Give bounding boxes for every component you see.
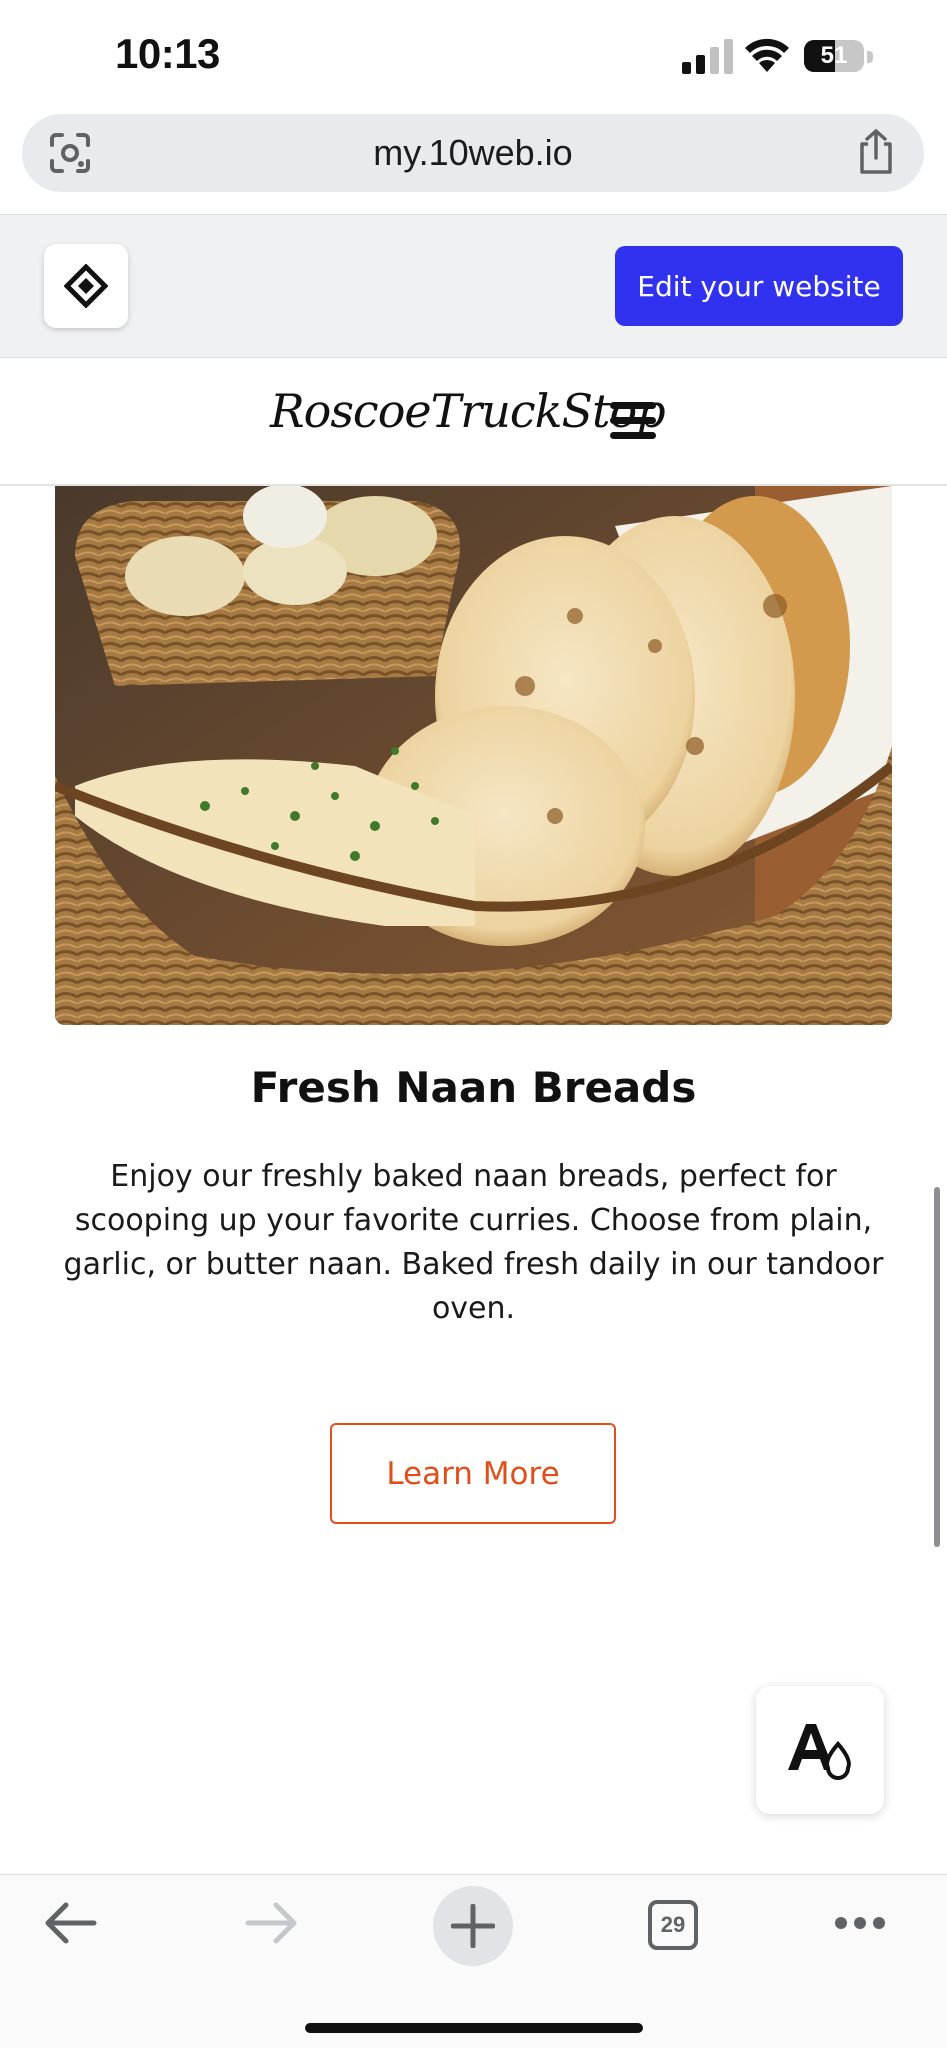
battery-level: 51 [820,42,848,69]
tenweb-editor-bar: Edit your website [0,214,947,358]
font-color-drop-icon [788,1724,851,1780]
forward-arrow-icon[interactable] [244,1899,300,1947]
browser-toolbar: 29 [0,1874,947,2048]
plus-icon [451,1904,495,1948]
tabs-icon[interactable]: 29 [648,1900,698,1950]
address-bar[interactable]: my.10web.io [22,114,924,192]
back-arrow-icon[interactable] [42,1899,98,1947]
new-tab-button[interactable] [433,1886,513,1966]
browser-url-area: my.10web.io [0,110,947,214]
lens-icon[interactable] [48,131,92,175]
tenweb-diamond-logo-icon[interactable] [44,244,128,328]
wifi-icon [745,38,789,72]
share-icon[interactable] [854,128,898,176]
site-logo[interactable]: RoscoeTruckStop [270,384,666,438]
edit-website-button[interactable]: Edit your website [615,246,903,326]
font-color-drop-button[interactable] [756,1686,884,1814]
hamburger-menu-icon[interactable] [610,402,656,440]
url-text[interactable]: my.10web.io [22,114,924,192]
home-indicator [305,2023,643,2033]
status-bar: 10:13 51 [0,0,947,110]
more-dots-icon[interactable] [834,1915,886,1931]
site-header: RoscoeTruckStop [0,358,947,486]
status-time: 10:13 [115,30,220,77]
learn-more-button[interactable]: Learn More [330,1423,616,1524]
page-scrollbar[interactable] [934,1187,940,1547]
naan-breads-image [55,486,892,1025]
battery-icon: 51 [804,38,874,74]
cellular-signal-icon [682,39,733,74]
section-title: Fresh Naan Breads [250,1063,697,1112]
section-description: Enjoy our freshly baked naan breads, per… [63,1159,884,1326]
